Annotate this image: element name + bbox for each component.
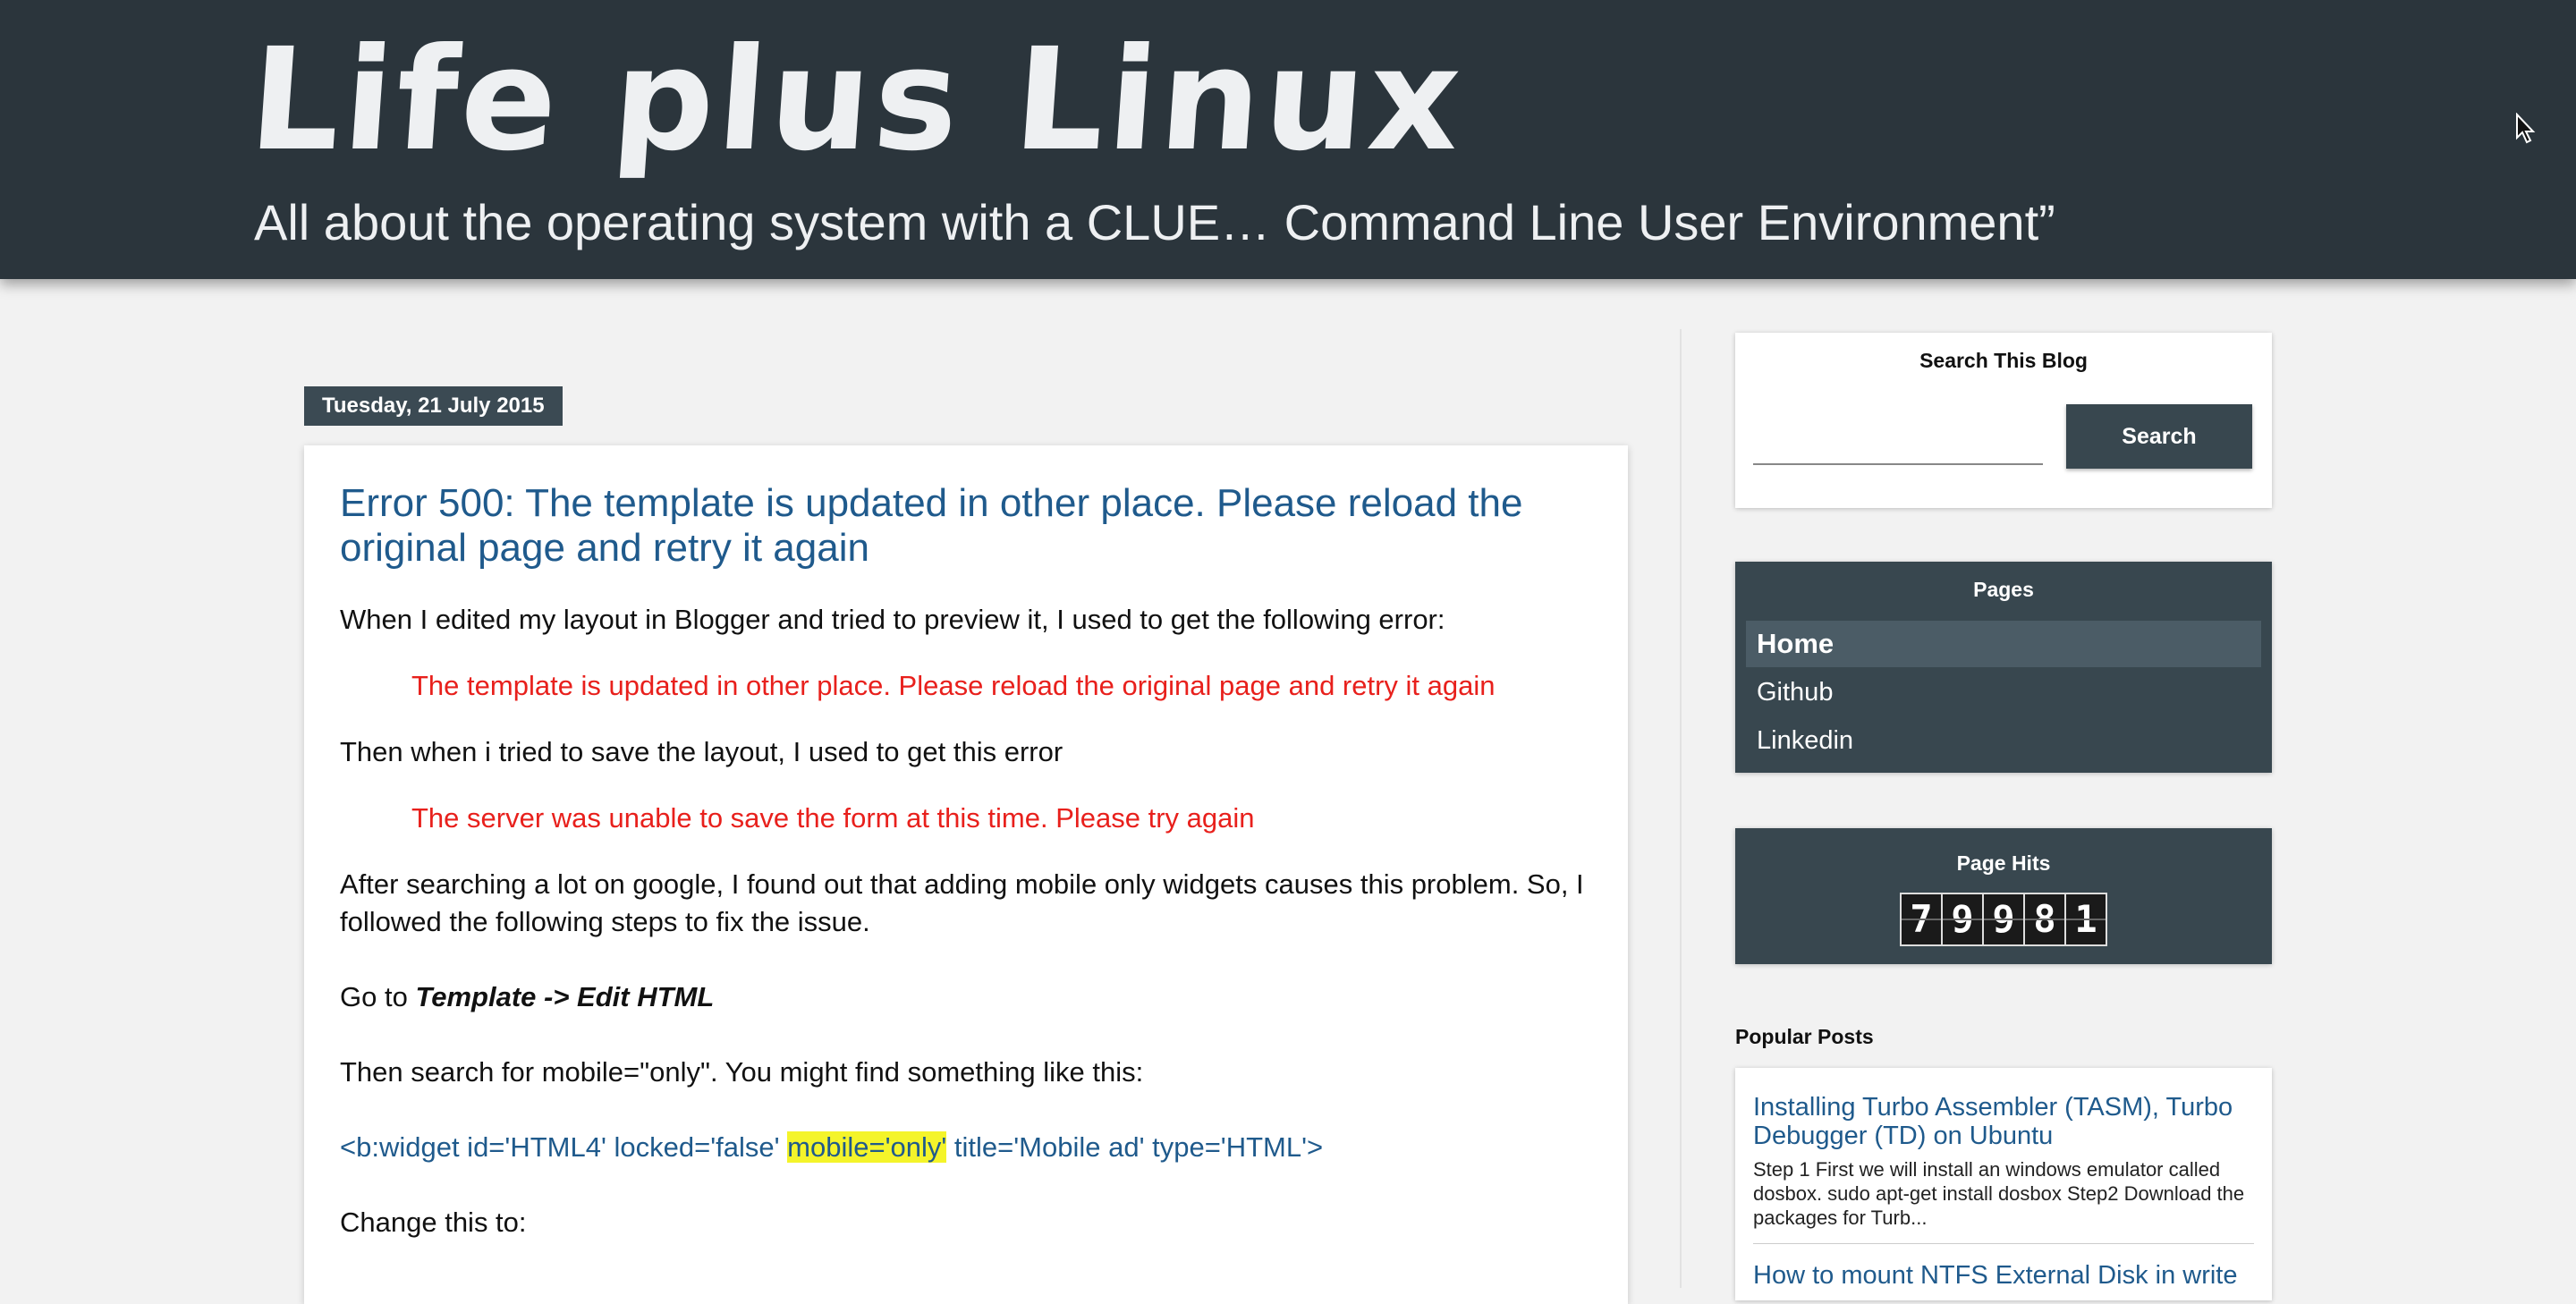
hit-counter: 7 9 9 8 1 xyxy=(1900,893,2107,946)
page-link-github[interactable]: Github xyxy=(1746,669,2261,716)
code-after: title='Mobile ad' type='HTML'> xyxy=(946,1131,1324,1163)
popular-posts-heading: Popular Posts xyxy=(1735,1025,1874,1048)
hit-counter-digit: 9 xyxy=(1943,894,1984,944)
pages-widget-title: Pages xyxy=(1973,578,2034,601)
post-paragraph: Then when i tried to save the layout, I … xyxy=(340,736,1063,767)
hit-counter-digit: 1 xyxy=(2066,894,2106,944)
code-highlight: mobile='only' xyxy=(787,1131,947,1163)
template-path: Template -> Edit HTML xyxy=(415,981,715,1012)
sidebar-divider xyxy=(1680,329,1682,1288)
blog-header: Life plus Linux All about the operating … xyxy=(0,0,2576,279)
post-paragraph: After searching a lot on google, I found… xyxy=(340,868,1584,937)
post-paragraph: Change this to: xyxy=(340,1207,527,1238)
search-widget-title: Search This Blog xyxy=(1919,349,2088,372)
page-link-home[interactable]: Home xyxy=(1746,621,2261,667)
popular-posts-card: Installing Turbo Assembler (TASM), Turbo… xyxy=(1735,1068,2272,1300)
page-hits-title: Page Hits xyxy=(1956,851,2051,875)
pages-widget: Pages Home Github Linkedin xyxy=(1735,562,2272,773)
error-message-quote: The template is updated in other place. … xyxy=(411,670,1496,701)
hit-counter-digit: 7 xyxy=(1902,894,1943,944)
goto-prefix: Go to xyxy=(340,981,416,1012)
code-before: <b:widget id='HTML4' locked='false' xyxy=(340,1131,788,1163)
search-widget: Search This Blog Search xyxy=(1735,333,2272,508)
post-paragraph: Then search for mobile="only". You might… xyxy=(340,1056,1144,1088)
page-hits-widget: Page Hits 7 9 9 8 1 xyxy=(1735,828,2272,964)
popular-post-title-link[interactable]: How to mount NTFS External Disk in write xyxy=(1753,1261,2254,1290)
search-input[interactable] xyxy=(1753,426,2043,465)
post-card: Error 500: The template is updated in ot… xyxy=(304,445,1628,1304)
post-title[interactable]: Error 500: The template is updated in ot… xyxy=(340,481,1592,571)
blog-description: All about the operating system with a CL… xyxy=(254,194,2055,250)
popular-post-divider xyxy=(1753,1243,2254,1244)
page-link-linkedin[interactable]: Linkedin xyxy=(1746,717,2261,764)
hit-counter-digit: 9 xyxy=(1984,894,2025,944)
code-snippet: <b:widget id='HTML4' locked='false' mobi… xyxy=(340,1129,1592,1166)
popular-post-title-link[interactable]: Installing Turbo Assembler (TASM), Turbo… xyxy=(1753,1093,2254,1150)
search-button[interactable]: Search xyxy=(2066,404,2252,469)
post-goto-line: Go to Template -> Edit HTML xyxy=(340,978,1592,1016)
hit-counter-digit: 8 xyxy=(2025,894,2066,944)
popular-post-snippet: Step 1 First we will install an windows … xyxy=(1753,1158,2245,1229)
post-date-badge: Tuesday, 21 July 2015 xyxy=(304,386,563,426)
error-message-quote: The server was unable to save the form a… xyxy=(411,802,1255,834)
post-content: Error 500: The template is updated in ot… xyxy=(340,481,1592,1270)
post-paragraph: When I edited my layout in Blogger and t… xyxy=(340,604,1445,635)
blog-title[interactable]: Life plus Linux xyxy=(245,18,1470,182)
mouse-pointer-icon xyxy=(2516,113,2536,144)
